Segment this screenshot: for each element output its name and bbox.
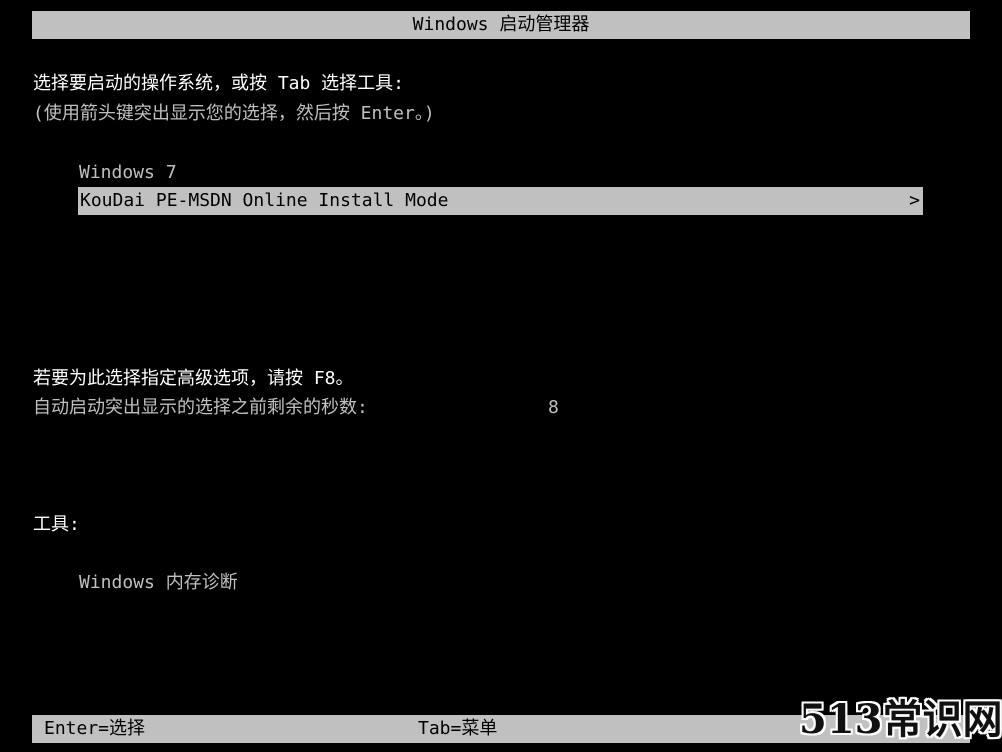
tab-key-hint: Tab=菜单 xyxy=(418,718,498,739)
chevron-right-icon: > xyxy=(909,190,920,211)
countdown-value: 8 xyxy=(548,397,559,418)
enter-key-hint: Enter=选择 xyxy=(44,718,146,739)
os-item-windows-7[interactable]: Windows 7 xyxy=(79,160,177,186)
boot-manager-title: Windows 启动管理器 xyxy=(412,14,590,35)
os-item-koudai-pe-selected[interactable]: KouDai PE-MSDN Online Install Mode > xyxy=(78,187,923,215)
countdown-label: 自动启动突出显示的选择之前剩余的秒数: xyxy=(33,397,368,418)
tool-item-memory-diagnostic[interactable]: Windows 内存诊断 xyxy=(79,570,238,596)
os-item-label: KouDai PE-MSDN Online Install Mode xyxy=(80,190,449,211)
title-bar: Windows 启动管理器 xyxy=(32,11,970,39)
instruction-line-1: 选择要启动的操作系统，或按 Tab 选择工具: xyxy=(33,73,405,94)
site-watermark: 513常识网 xyxy=(799,696,1002,743)
f8-advanced-hint: 若要为此选择指定高级选项，请按 F8。 xyxy=(33,368,354,389)
instruction-line-2: (使用箭头键突出显示您的选择，然后按 Enter。) xyxy=(33,103,435,124)
tools-heading: 工具: xyxy=(33,514,80,535)
